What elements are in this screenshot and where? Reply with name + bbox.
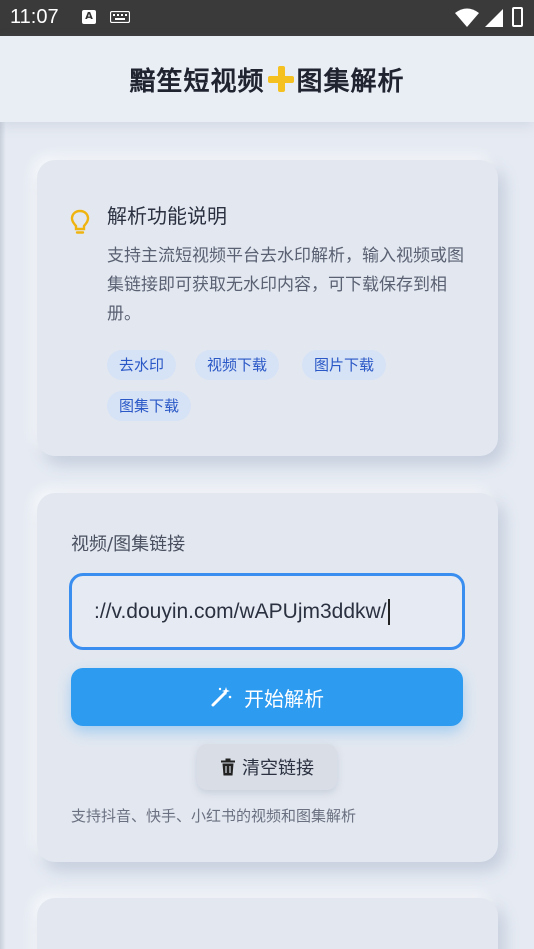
left-edge-shadow	[0, 36, 6, 949]
tag-album-download: 图集下载	[107, 391, 192, 421]
a-badge-icon: A	[82, 10, 96, 24]
clear-link-button[interactable]: 清空链接	[197, 744, 337, 790]
plus-emoji-icon	[267, 65, 295, 93]
signal-icon	[485, 9, 503, 27]
link-field-label: 视频/图集链接	[71, 534, 186, 555]
magic-wand-icon	[211, 687, 232, 707]
page-title-right: 图集解析	[296, 66, 405, 97]
lightbulb-icon	[70, 209, 90, 234]
info-description: 支持主流短视频平台去水印解析，输入视频或图集链接即可获取无水印内容，可下载保存到…	[107, 246, 464, 324]
page-title-left: 黯笙短视频	[129, 66, 265, 97]
wifi-icon	[455, 8, 479, 27]
support-text: 支持抖音、快手、小红书的视频和图集解析	[71, 807, 357, 825]
status-time: 11:07	[10, 6, 59, 28]
result-card	[37, 898, 498, 949]
tag-remove-watermark: 去水印	[107, 350, 177, 380]
tag-video-download: 视频下载	[195, 350, 280, 380]
app-header: 黯笙短视频 图集解析	[0, 36, 534, 122]
clear-link-label: 清空链接	[242, 758, 314, 779]
text-caret	[387, 598, 390, 625]
info-title: 解析功能说明	[107, 204, 227, 228]
tag-image-download: 图片下载	[302, 350, 387, 380]
start-parse-button[interactable]: 开始解析	[71, 668, 463, 726]
keyboard-icon	[110, 11, 130, 23]
start-parse-label: 开始解析	[244, 686, 324, 711]
battery-icon	[512, 7, 523, 27]
page-title: 黯笙短视频 图集解析	[129, 61, 404, 98]
link-input[interactable]: ://v.douyin.com/wAPUjm3ddkw/	[69, 573, 465, 650]
trash-icon	[221, 758, 235, 776]
link-input-value: ://v.douyin.com/wAPUjm3ddkw/	[94, 599, 387, 623]
status-bar: 11:07 A	[0, 0, 534, 36]
